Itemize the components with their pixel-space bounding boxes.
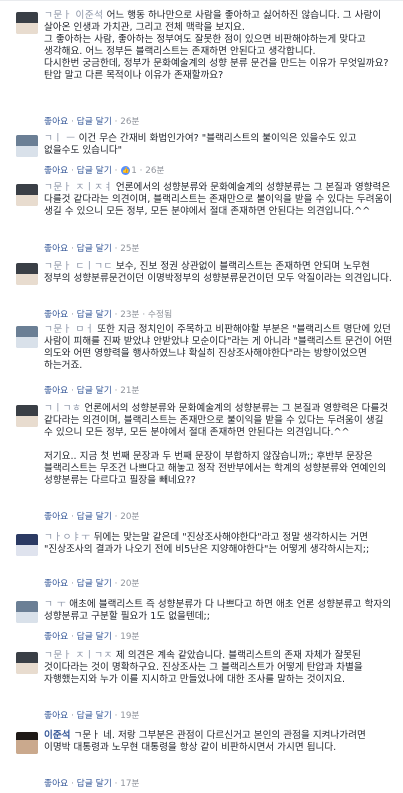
comment-item: ㄱ문ㅏ ㄷㅣㄱㄷ 보수, 진보 정권 상관없이 블랙리스트는 존재하면 안되며 … xyxy=(0,261,403,320)
comment-text: 이건 무슨 간재비 화법인가여? "블랙리스트의 불이익은 있을수도 있고 없을… xyxy=(44,133,360,156)
reply-button[interactable]: 답글 달기 xyxy=(77,711,112,721)
comment-body: ㄱㅣ ㅡ 이건 무슨 간재비 화법인가여? "블랙리스트의 불이익은 있을수도 … xyxy=(44,133,393,157)
comment-actions: 좋아요 · 답글 달기 · 19분 xyxy=(44,711,140,721)
comment-actions: 좋아요 · 답글 달기 · 20분 xyxy=(44,579,140,589)
like-button[interactable]: 좋아요 xyxy=(44,117,68,127)
comment-text: 언론에서의 성향분류와 문화예술계의 성향분류는 그 본질과 영향력은 다를것 … xyxy=(44,403,389,486)
like-button[interactable]: 좋아요 xyxy=(44,711,68,721)
comment-actions: 좋아요 · 답글 달기 · 21분 xyxy=(44,386,140,396)
avatar[interactable] xyxy=(16,263,38,285)
avatar[interactable] xyxy=(16,135,38,157)
comment-time[interactable]: 25분 xyxy=(120,244,139,254)
comment-item: ㄱ문ㅏ 이준석 어느 행동 하나만으로 사람을 좋아하고 싫어하진 않습니다. … xyxy=(0,10,403,127)
reply-button[interactable]: 답글 달기 xyxy=(77,166,112,176)
comment-text: 또한 지금 정치인이 주목하고 비판해야할 부분은 "블랙리스트 명단에 있던 … xyxy=(44,324,396,371)
like-button[interactable]: 좋아요 xyxy=(44,310,68,320)
like-count-icon: 👍 xyxy=(121,166,131,175)
comment-item: ㄱㅣㄱㅎ 언론에서의 성향분류와 문화예술계의 성향분류는 그 본질과 영향력은… xyxy=(0,403,403,523)
avatar[interactable] xyxy=(16,12,38,34)
comment-author[interactable]: ㄱㅣㄱㅎ xyxy=(44,403,81,414)
comment-item: ㄱㅏㅇㅑㅜ 뒤에는 맞는말 같은데 "진상조사해야한다"라고 정말 생각하시는 … xyxy=(0,532,403,590)
comment-author[interactable]: ㄱ문ㅏ ㅁㅓ xyxy=(44,324,94,335)
like-button[interactable]: 좋아요 xyxy=(44,632,68,642)
comment-author[interactable]: ㄱ ㅜ xyxy=(44,599,66,610)
comment-body: ㄱ문ㅏ ㅁㅓ 또한 지금 정치인이 주목하고 비판해야할 부분은 "블랙리스트 … xyxy=(44,324,393,372)
comment-time[interactable]: 21분 xyxy=(120,386,139,396)
comment-author[interactable]: ㄱ문ㅏ 이준석 xyxy=(44,10,104,21)
reply-button[interactable]: 답글 달기 xyxy=(77,117,112,127)
comment-item: ㄱ문ㅏ ㅁㅓ 또한 지금 정치인이 주목하고 비판해야할 부분은 "블랙리스트 … xyxy=(0,324,403,396)
comment-body: ㄱㅣㄱㅎ 언론에서의 성향분류와 문화예술계의 성향분류는 그 본질과 영향력은… xyxy=(44,403,393,487)
comment-actions: 좋아요 · 답글 달기 · 20분 xyxy=(44,512,140,522)
like-button[interactable]: 좋아요 xyxy=(44,579,68,589)
comment-body: ㄱ문ㅏ 이준석 어느 행동 하나만으로 사람을 좋아하고 싫어하진 않습니다. … xyxy=(44,10,393,82)
comment-thread: ㄱ문ㅏ 이준석 어느 행동 하나만으로 사람을 좋아하고 싫어하진 않습니다. … xyxy=(0,0,403,793)
comment-actions: 좋아요 · 답글 달기 · 25분 xyxy=(44,244,140,254)
like-button[interactable]: 좋아요 xyxy=(44,512,68,522)
avatar[interactable] xyxy=(16,326,38,348)
comment-author[interactable]: ㄱㅏㅇㅑㅜ xyxy=(44,532,91,543)
comment-actions: 좋아요 · 답글 달기 · 👍 1 · 26분 xyxy=(44,166,165,176)
reply-button[interactable]: 답글 달기 xyxy=(77,310,112,320)
comment-actions: 좋아요 · 답글 달기 · 23분 · 수정됨 xyxy=(44,310,173,320)
comment-actions: 좋아요 · 답글 달기 · 26분 xyxy=(44,117,140,127)
avatar[interactable] xyxy=(16,652,38,674)
avatar[interactable] xyxy=(16,601,38,623)
comment-time[interactable]: 17분 xyxy=(120,779,139,789)
like-button[interactable]: 좋아요 xyxy=(44,779,68,789)
reply-button[interactable]: 답글 달기 xyxy=(77,779,112,789)
comment-author[interactable]: ㄱ문ㅏ ㄷㅣㄱㄷ xyxy=(44,261,113,272)
reply-button[interactable]: 답글 달기 xyxy=(77,579,112,589)
comment-item: 이준석 ㄱ문ㅏ 네. 저랑 그부분은 관점이 다르신거고 본인의 관점을 지켜나… xyxy=(0,730,403,790)
comment-body: 이준석 ㄱ문ㅏ 네. 저랑 그부분은 관점이 다르신거고 본인의 관점을 지켜나… xyxy=(44,730,393,754)
reply-button[interactable]: 답글 달기 xyxy=(77,512,112,522)
comment-item: ㄱ ㅜ 애초에 블랙리스트 즉 성향분류가 다 나쁘다고 하면 애초 언론 성향… xyxy=(0,599,403,643)
comment-body: ㄱ ㅜ 애초에 블랙리스트 즉 성향분류가 다 나쁘다고 하면 애초 언론 성향… xyxy=(44,599,393,623)
comment-text: 애초에 블랙리스트 즉 성향분류가 다 나쁘다고 하면 애초 언론 성향분류고 … xyxy=(44,599,395,622)
avatar[interactable] xyxy=(16,534,38,556)
avatar[interactable] xyxy=(16,405,38,427)
comment-actions: 좋아요 · 답글 달기 · 19분 xyxy=(44,632,140,642)
reply-button[interactable]: 답글 달기 xyxy=(77,386,112,396)
comment-item: ㄱ문ㅏ ㅈㅣㅈㅕ 언론에서의 성향분류와 문화예술계의 성향분류는 그 본질과 … xyxy=(0,182,403,254)
comment-actions: 좋아요 · 답글 달기 · 17분 xyxy=(44,779,140,789)
comment-body: ㄱ문ㅏ ㅈㅣㅈㅕ 언론에서의 성향분류와 문화예술계의 성향분류는 그 본질과 … xyxy=(44,182,393,218)
reply-button[interactable]: 답글 달기 xyxy=(77,244,112,254)
edited-label[interactable]: 수정됨 xyxy=(148,310,172,320)
comment-body: ㄱ문ㅏ ㅈㅣㄱㅈ 제 의견은 계속 같았습니다. 블랙리스트의 존재 자체가 잘… xyxy=(44,650,393,686)
comment-author[interactable]: ㄱ문ㅏ ㅈㅣㅈㅕ xyxy=(44,182,113,193)
comment-author[interactable]: ㄱㅣ ㅡ xyxy=(44,133,76,144)
avatar[interactable] xyxy=(16,184,38,206)
comment-time[interactable]: 19분 xyxy=(120,632,139,642)
comment-time[interactable]: 19분 xyxy=(120,711,139,721)
divider xyxy=(0,0,403,1)
avatar[interactable] xyxy=(16,732,38,754)
comment-author[interactable]: 이준석 xyxy=(44,730,70,741)
comment-body: ㄱㅏㅇㅑㅜ 뒤에는 맞는말 같은데 "진상조사해야한다"라고 정말 생각하시는 … xyxy=(44,532,393,556)
comment-body: ㄱ문ㅏ ㄷㅣㄱㄷ 보수, 진보 정권 상관없이 블랙리스트는 존재하면 안되며 … xyxy=(44,261,393,285)
comment-time[interactable]: 26분 xyxy=(145,166,164,176)
like-button[interactable]: 좋아요 xyxy=(44,244,68,254)
comment-item: ㄱ문ㅏ ㅈㅣㄱㅈ 제 의견은 계속 같았습니다. 블랙리스트의 존재 자체가 잘… xyxy=(0,650,403,722)
comment-time[interactable]: 23분 xyxy=(120,310,139,320)
comment-item: ㄱㅣ ㅡ 이건 무슨 간재비 화법인가여? "블랙리스트의 불이익은 있을수도 … xyxy=(0,133,403,181)
comment-text: ㄱ문ㅏ 네. 저랑 그부분은 관점이 다르신거고 본인의 관점을 지켜나가려면 … xyxy=(44,730,369,753)
like-button[interactable]: 좋아요 xyxy=(44,166,68,176)
comment-text: 뒤에는 맞는말 같은데 "진상조사해야한다"라고 정말 생각하시는 거면 "진상… xyxy=(44,532,372,555)
reply-button[interactable]: 답글 달기 xyxy=(77,632,112,642)
like-button[interactable]: 좋아요 xyxy=(44,386,68,396)
comment-time[interactable]: 20분 xyxy=(120,512,139,522)
comment-time[interactable]: 20분 xyxy=(120,579,139,589)
comment-author[interactable]: ㄱ문ㅏ ㅈㅣㄱㅈ xyxy=(44,650,113,661)
comment-time[interactable]: 26분 xyxy=(120,117,139,127)
